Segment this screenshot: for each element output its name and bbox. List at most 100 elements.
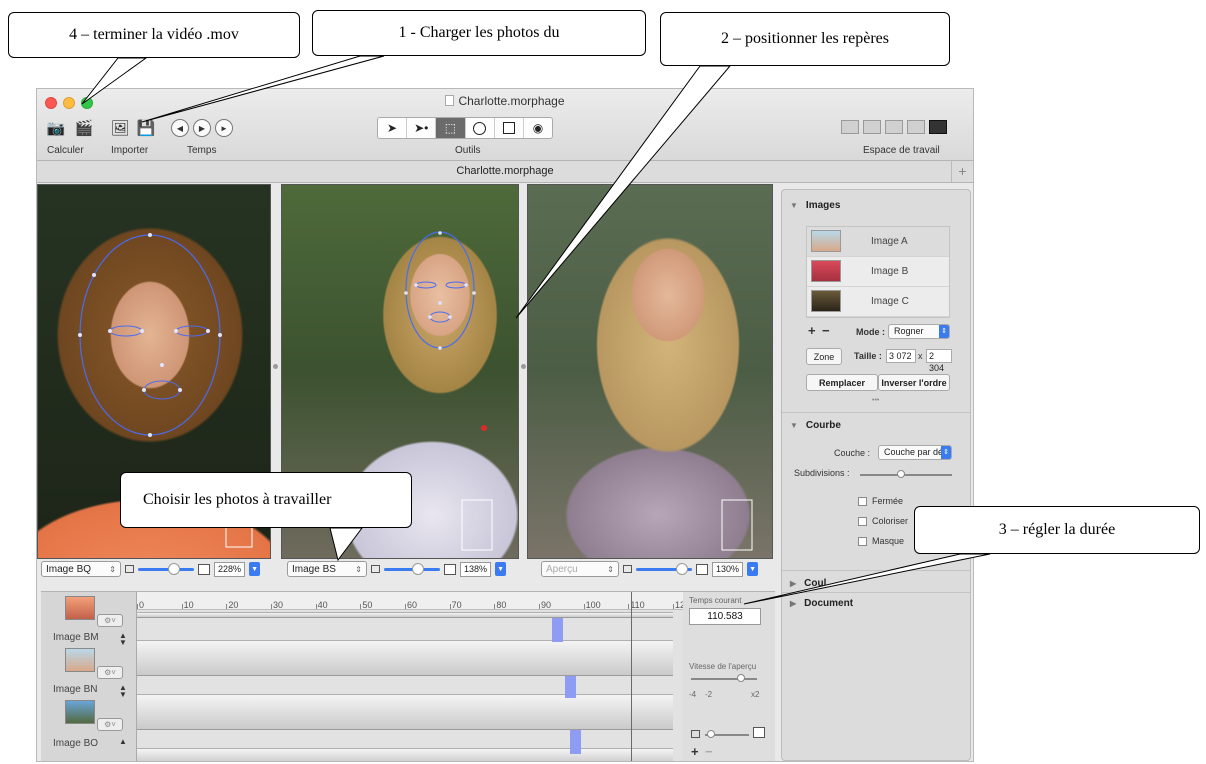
split-handle[interactable] bbox=[521, 364, 526, 369]
courbe-section-header[interactable]: ▼ Courbe bbox=[790, 420, 841, 431]
updown-arrows-icon: ⇕ bbox=[941, 446, 951, 459]
couche-select[interactable]: Couche par défau ⇕ bbox=[878, 445, 952, 460]
add-tab-icon[interactable]: + bbox=[951, 161, 973, 182]
chevron-down-icon[interactable]: ▼ bbox=[249, 562, 261, 576]
preview-speed-knob[interactable] bbox=[736, 674, 745, 682]
callout-step-3-text: 3 – régler la durée bbox=[998, 521, 1116, 538]
reorder-arrows-icon[interactable]: ▲ ▼ bbox=[119, 632, 127, 647]
preview-view[interactable] bbox=[527, 184, 773, 559]
couleur-section-header[interactable]: ▶ Coul bbox=[790, 578, 826, 589]
image-a-select[interactable]: Image BQ ⇕ bbox=[41, 561, 121, 577]
chevron-down-icon[interactable]: ▼ bbox=[495, 562, 507, 576]
image-b-select[interactable]: Image BS ⇕ bbox=[287, 561, 367, 577]
remove-image-list-button[interactable]: − bbox=[822, 323, 830, 338]
preview-zoom-slider[interactable] bbox=[636, 562, 692, 575]
preview-select[interactable]: Aperçu ⇕ bbox=[541, 561, 619, 577]
reorder-arrows-icon[interactable]: ▲ bbox=[119, 738, 127, 746]
zone-button[interactable]: Zone bbox=[806, 348, 842, 365]
height-field[interactable]: 2 304 bbox=[926, 349, 952, 373]
taille-x-label: x bbox=[918, 351, 923, 361]
images-section-header[interactable]: ▼ Images bbox=[790, 200, 840, 211]
morph-app-window: Charlotte.morphage 📷 🎬 🖼 💾 ◀ ▶ ► Calcule… bbox=[36, 88, 974, 762]
timeline-track[interactable] bbox=[137, 748, 673, 761]
keyframe-marker[interactable] bbox=[569, 730, 581, 754]
ruler-tick-mark bbox=[449, 604, 451, 609]
play-button[interactable]: ▶ bbox=[193, 119, 211, 137]
image-a-zoom-field[interactable]: 228% bbox=[214, 561, 246, 577]
zoom-in-icon[interactable] bbox=[198, 563, 210, 575]
image-list-item[interactable]: Image B bbox=[807, 257, 949, 287]
subdivisions-knob[interactable] bbox=[897, 470, 906, 478]
zoom-out-icon[interactable] bbox=[623, 565, 632, 573]
remplacer-button[interactable]: Remplacer bbox=[806, 374, 878, 391]
add-image-button[interactable]: + bbox=[691, 744, 699, 759]
reorder-arrows-icon[interactable]: ▲ ▼ bbox=[119, 684, 127, 699]
image-a-zoom-slider[interactable] bbox=[138, 562, 194, 575]
zoom-out-icon[interactable] bbox=[371, 565, 380, 573]
clapperboard-icon[interactable]: 🎬 bbox=[71, 117, 97, 139]
image-b-zoom-field[interactable]: 138% bbox=[460, 561, 492, 577]
split-handle[interactable] bbox=[273, 364, 278, 369]
gear-icon[interactable]: ⚙˅ bbox=[97, 666, 123, 679]
workspace-layout-3-icon[interactable] bbox=[885, 120, 903, 134]
zoom-in-icon[interactable] bbox=[696, 563, 708, 575]
image-a-controls: Image BQ ⇕ 228% ▼ bbox=[41, 559, 261, 579]
keyframe-marker[interactable] bbox=[551, 618, 563, 642]
chevron-down-icon[interactable]: ▼ bbox=[747, 562, 759, 576]
preview-zoom-field[interactable]: 130% bbox=[712, 561, 744, 577]
timeline-track[interactable] bbox=[137, 612, 673, 618]
image-list-item[interactable]: Image A bbox=[807, 227, 949, 257]
playhead[interactable] bbox=[630, 592, 632, 761]
bezier-tool-icon[interactable]: ⬚ bbox=[436, 118, 466, 138]
zoom-out-icon[interactable] bbox=[691, 730, 700, 738]
timeline-track[interactable] bbox=[137, 640, 673, 676]
gear-icon[interactable]: ⚙˅ bbox=[97, 718, 123, 731]
image-b-zoom-slider[interactable] bbox=[384, 562, 440, 575]
ruler-tick-mark bbox=[315, 604, 317, 609]
timeline-track[interactable] bbox=[137, 694, 673, 730]
zoom-in-icon[interactable] bbox=[753, 727, 765, 738]
subdivisions-slider[interactable] bbox=[860, 474, 952, 476]
tools-segmented-control: ➤ ➤• ⬚ ◉ bbox=[377, 117, 553, 139]
document-section-header[interactable]: ▶ Document bbox=[790, 598, 853, 609]
ellipse-tool-icon[interactable] bbox=[466, 118, 495, 138]
more-options-handle[interactable]: ••• bbox=[872, 397, 879, 404]
timeline-thumb[interactable] bbox=[65, 648, 95, 672]
updown-arrows-icon: ⇕ bbox=[607, 564, 614, 574]
image-thumb bbox=[811, 260, 841, 282]
mask-tool-icon[interactable]: ◉ bbox=[524, 118, 552, 138]
workspace-curve-icon[interactable] bbox=[929, 120, 947, 134]
mode-select[interactable]: Rogner ⇕ bbox=[888, 324, 950, 339]
zoom-out-icon[interactable] bbox=[125, 565, 134, 573]
gear-icon[interactable]: ⚙˅ bbox=[97, 614, 123, 627]
coloriser-checkbox[interactable]: Coloriser bbox=[858, 516, 908, 526]
camera-icon[interactable]: 📷 bbox=[43, 117, 69, 139]
point-arrow-tool-icon[interactable]: ➤• bbox=[407, 118, 437, 138]
preview-speed-slider[interactable] bbox=[691, 678, 757, 680]
previous-frame-button[interactable]: ◀ bbox=[171, 119, 189, 137]
timeline-row-label: Image BM bbox=[53, 632, 99, 643]
masque-checkbox[interactable]: Masque bbox=[858, 536, 904, 546]
image-list-item[interactable]: Image C bbox=[807, 287, 949, 317]
timeline-zoom-knob[interactable] bbox=[707, 730, 715, 738]
workspace-layout-4-icon[interactable] bbox=[907, 120, 925, 134]
import-video-icon[interactable]: 💾 bbox=[133, 117, 159, 139]
timeline-ruler[interactable]: 0102030405060708090100110120 bbox=[137, 592, 690, 610]
workspace-layout-1-icon[interactable] bbox=[841, 120, 859, 134]
rectangle-tool-icon[interactable] bbox=[495, 118, 524, 138]
current-time-field[interactable]: 110.583 bbox=[689, 608, 761, 625]
document-tab[interactable]: Charlotte.morphage + bbox=[37, 161, 973, 183]
next-frame-button[interactable]: ► bbox=[215, 119, 233, 137]
workspace-layout-2-icon[interactable] bbox=[863, 120, 881, 134]
remove-image-button[interactable]: − bbox=[705, 744, 713, 759]
zoom-in-icon[interactable] bbox=[444, 563, 456, 575]
timeline-thumb[interactable] bbox=[65, 700, 95, 724]
import-photos-icon[interactable]: 🖼 bbox=[107, 117, 133, 139]
inverser-ordre-button[interactable]: Inverser l'ordre bbox=[878, 374, 950, 391]
arrow-tool-icon[interactable]: ➤ bbox=[378, 118, 408, 138]
fermee-checkbox[interactable]: Fermée bbox=[858, 496, 903, 506]
timeline-thumb[interactable] bbox=[65, 596, 95, 620]
add-image-list-button[interactable]: + bbox=[808, 323, 816, 338]
width-field[interactable]: 3 072 bbox=[886, 349, 916, 363]
keyframe-marker[interactable] bbox=[565, 676, 577, 698]
